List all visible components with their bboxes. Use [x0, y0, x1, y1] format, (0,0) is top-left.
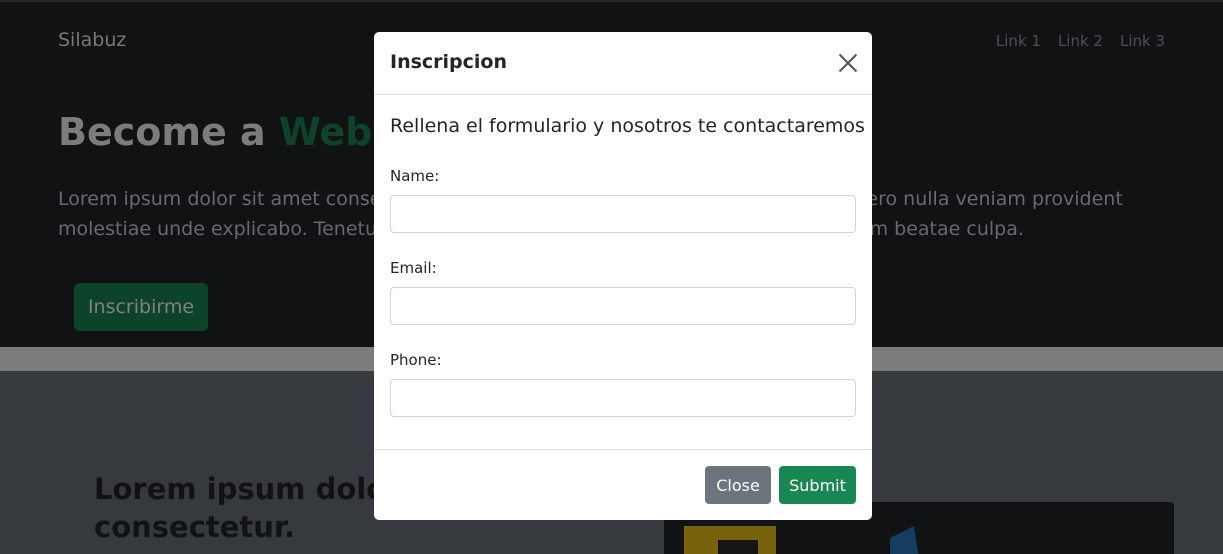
- phone-input[interactable]: [390, 379, 856, 417]
- submit-button[interactable]: Submit: [779, 466, 856, 504]
- email-label: Email:: [390, 259, 437, 277]
- close-icon[interactable]: [838, 53, 858, 73]
- modal-footer: Close Submit: [374, 449, 872, 520]
- name-label: Name:: [390, 167, 440, 185]
- phone-label: Phone:: [390, 351, 442, 369]
- close-button[interactable]: Close: [705, 466, 771, 504]
- name-input[interactable]: [390, 195, 856, 233]
- modal-body: Rellena el formulario y nosotros te cont…: [374, 95, 872, 449]
- modal-lead-text: Rellena el formulario y nosotros te cont…: [390, 115, 865, 137]
- modal-title: Inscripcion: [390, 51, 508, 73]
- enrollment-modal: Inscripcion Rellena el formulario y noso…: [374, 32, 872, 520]
- email-input[interactable]: [390, 287, 856, 325]
- modal-header: Inscripcion: [374, 32, 872, 95]
